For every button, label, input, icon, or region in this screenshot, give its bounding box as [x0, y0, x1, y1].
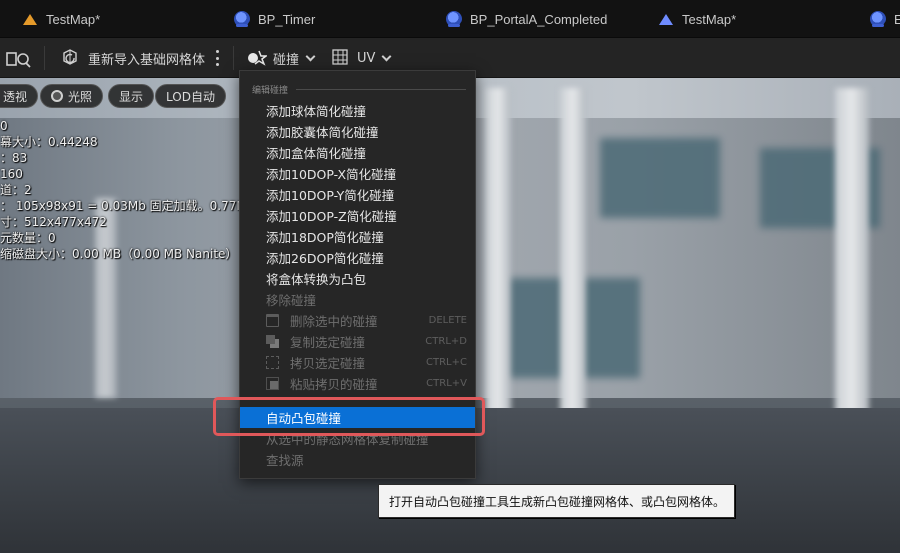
menu-item-convert-boxes[interactable]: 将盒体转换为凸包 [240, 268, 475, 289]
auto-convex-tooltip: 打开自动凸包碰撞工具生成新凸包碰撞网格体、或凸包网格体。 [378, 484, 735, 518]
reimport-base-mesh-button[interactable]: 重新导入基础网格体 [60, 38, 205, 78]
menu-item-add-10dop-x[interactable]: 添加10DOP-X简化碰撞 [240, 163, 475, 184]
menu-item-label: 添加26DOP简化碰撞 [266, 251, 384, 266]
toolbar-overflow-menu[interactable] [216, 38, 220, 78]
building-column [560, 88, 586, 448]
tab-testmap[interactable]: TestMap* [22, 0, 100, 38]
menu-item-delete-selected[interactable]: 删除选中的碰撞 DELETE [240, 310, 475, 331]
menu-item-shortcut: CTRL+V [426, 378, 467, 389]
stat-line: 缩磁盘大小：0.00 MB（0.00 MB Nanite） [0, 247, 238, 261]
menu-item-label: 删除选中的碰撞 [290, 314, 378, 329]
menu-item-copy-selected[interactable]: 拷贝选定碰撞 CTRL+C [240, 352, 475, 373]
chevron-down-icon [305, 51, 316, 61]
menu-section-header: 编辑碰撞 [252, 83, 466, 96]
menu-item-label: 添加18DOP简化碰撞 [266, 230, 384, 245]
menu-item-label: 添加10DOP-X简化碰撞 [266, 167, 397, 182]
browse-asset-button[interactable] [6, 38, 32, 78]
menu-item-duplicate-selected[interactable]: 复制选定碰撞 CTRL+D [240, 331, 475, 352]
uv-grid-icon [332, 49, 348, 65]
building-column [485, 88, 511, 448]
section-divider [296, 89, 466, 90]
lit-label: 光照 [68, 89, 93, 104]
menu-item-label: 添加10DOP-Y简化碰撞 [266, 188, 395, 203]
duplicate-icon [266, 335, 279, 348]
reimport-label: 重新导入基础网格体 [88, 52, 206, 68]
lod-label: LOD自动 [166, 89, 215, 104]
menu-item-paste-copied[interactable]: 粘贴拷贝的碰撞 CTRL+V [240, 373, 475, 394]
show-label: 显示 [119, 89, 144, 104]
level-map-icon [22, 11, 38, 27]
menu-item-label: 移除碰撞 [266, 293, 317, 308]
menu-item-label: 复制选定碰撞 [290, 335, 366, 350]
menu-item-shortcut: CTRL+C [426, 357, 467, 368]
menu-item-label: 添加10DOP-Z简化碰撞 [266, 209, 397, 224]
tab-bp-timer[interactable]: BP_Timer [234, 0, 315, 38]
tab-label: TestMap* [46, 11, 101, 27]
stat-line: ：83 [0, 151, 28, 165]
tab-label: E [894, 11, 900, 27]
stat-line: 幕大小：0.44248 [0, 135, 98, 149]
stat-line: 160 [0, 167, 23, 181]
menu-item-add-10dop-z[interactable]: 添加10DOP-Z简化碰撞 [240, 205, 475, 226]
lit-mode-button[interactable]: 光照 [40, 84, 104, 108]
mesh-stats-overlay: 0 幕大小：0.44248 ：83 160 道：2 ： 105x98x91 = … [0, 118, 247, 262]
perspective-view-button[interactable]: 透视 [0, 84, 39, 108]
tab-bp-portala-completed[interactable]: BP_PortalA_Completed [446, 0, 607, 38]
menu-item-add-box[interactable]: 添加盒体简化碰撞 [240, 142, 475, 163]
stat-line: 道：2 [0, 183, 32, 197]
paste-icon [266, 377, 279, 390]
toolbar-divider [233, 46, 234, 70]
menu-item-label: 粘贴拷贝的碰撞 [290, 377, 378, 392]
section-label: 编辑碰撞 [252, 86, 289, 96]
menu-item-label: 拷贝选定碰撞 [290, 356, 366, 371]
annotation-highlight-box [213, 397, 485, 436]
tooltip-text: 打开自动凸包碰撞工具生成新凸包碰撞网格体、或凸包网格体。 [389, 494, 726, 509]
menu-item-find-source[interactable]: 查找源 [240, 449, 475, 470]
reimport-icon [63, 49, 77, 65]
perspective-label: 透视 [3, 89, 28, 104]
document-tab-bar: TestMap* BP_Timer BP_PortalA_Completed T… [0, 0, 900, 38]
stat-line: ： 105x98x91 = 0.03Mb 固定加载。0.77M [0, 199, 247, 213]
menu-item-label: 查找源 [266, 453, 304, 468]
kebab-menu-icon [216, 50, 220, 66]
tab-testmap-2[interactable]: TestMap* [658, 0, 736, 38]
menu-item-add-sphere[interactable]: 添加球体简化碰撞 [240, 100, 475, 121]
menu-item-label: 将盒体转换为凸包 [266, 272, 367, 287]
blueprint-icon [870, 11, 886, 27]
collision-icon [248, 50, 267, 66]
level-map-icon [658, 11, 674, 27]
stat-line: 0 [0, 119, 8, 133]
browse-folder-icon [6, 52, 31, 68]
tab-label: TestMap* [682, 11, 737, 27]
menu-item-add-capsule[interactable]: 添加胶囊体简化碰撞 [240, 121, 475, 142]
menu-item-add-10dop-y[interactable]: 添加10DOP-Y简化碰撞 [240, 184, 475, 205]
menu-item-label: 添加球体简化碰撞 [266, 104, 367, 119]
menu-item-label: 添加盒体简化碰撞 [266, 146, 367, 161]
building-column [835, 88, 869, 448]
stat-line: 寸：512x477x472 [0, 215, 107, 229]
menu-item-shortcut: CTRL+D [425, 336, 467, 347]
tab-label: BP_Timer [258, 11, 316, 27]
stat-line: 元数量：0 [0, 231, 56, 245]
uv-label: UV [357, 50, 376, 66]
collision-label: 碰撞 [273, 52, 300, 68]
tab-overflow[interactable]: E [870, 0, 900, 38]
tab-label: BP_PortalA_Completed [470, 11, 608, 27]
menu-item-add-18dop[interactable]: 添加18DOP简化碰撞 [240, 226, 475, 247]
copy-icon [266, 356, 279, 369]
trash-icon [266, 314, 279, 327]
toolbar-divider [44, 46, 45, 70]
blueprint-icon [446, 11, 462, 27]
lod-auto-button[interactable]: LOD自动 [155, 84, 226, 108]
menu-item-label: 添加胶囊体简化碰撞 [266, 125, 379, 140]
lit-sphere-icon [51, 90, 63, 102]
building-window [600, 138, 720, 218]
menu-item-shortcut: DELETE [428, 315, 467, 326]
show-menu-button[interactable]: 显示 [108, 84, 155, 108]
chevron-down-icon [381, 51, 392, 61]
blueprint-icon [234, 11, 250, 27]
menu-item-remove-collision[interactable]: 移除碰撞 [240, 289, 475, 310]
menu-item-add-26dop[interactable]: 添加26DOP简化碰撞 [240, 247, 475, 268]
